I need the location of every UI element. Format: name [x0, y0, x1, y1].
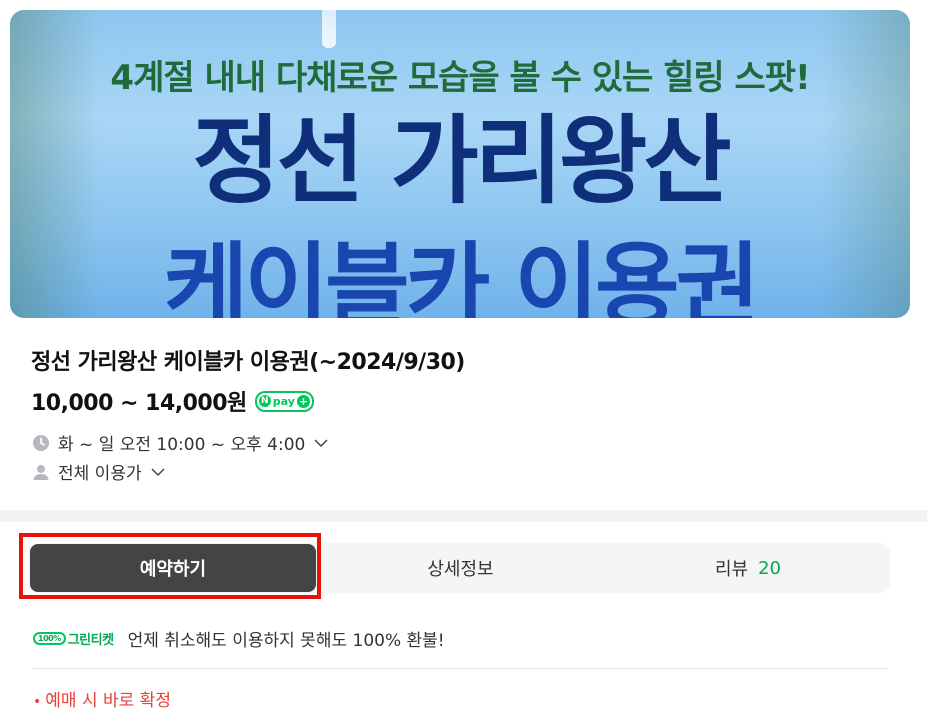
banner-waterfall	[322, 10, 336, 48]
plus-icon: +	[296, 394, 310, 408]
instant-confirm-text: 예매 시 바로 확정	[45, 691, 171, 711]
npay-plus-badge: N pay +	[254, 390, 314, 412]
product-banner-image[interactable]: 4계절 내내 다채로운 모습을 볼 수 있는 힐링 스팟! 정선 가리왕산 케이…	[10, 10, 910, 318]
age-row[interactable]: 전체 이용가	[32, 459, 166, 484]
section-divider	[0, 510, 927, 522]
green-ticket-logo-text: 그린티켓	[67, 633, 114, 648]
hours-row[interactable]: 화 ~ 일 오전 10:00 ~ 오후 4:00	[32, 430, 329, 455]
instant-confirm-notice: • 예매 시 바로 확정	[33, 686, 171, 711]
age-text: 전체 이용가	[58, 464, 142, 484]
product-title: 정선 가리왕산 케이블카 이용권(~2024/9/30)	[31, 350, 465, 375]
tab-review[interactable]: 리뷰 20	[618, 543, 878, 593]
banner-subtitle: 4계절 내내 다채로운 모습을 볼 수 있는 힐링 스팟!	[110, 58, 810, 98]
naver-n-icon: N	[258, 395, 271, 407]
tab-review-label: 리뷰	[714, 559, 749, 580]
green-ticket-logo: 100% 그린티켓	[33, 628, 114, 650]
banner-title: 정선 가리왕산	[192, 105, 731, 217]
banner-title-line2: 케이블카 이용권	[163, 233, 761, 318]
tab-detail[interactable]: 상세정보	[328, 543, 593, 593]
page: 4계절 내내 다채로운 모습을 볼 수 있는 힐링 스팟! 정선 가리왕산 케이…	[0, 0, 927, 723]
hours-text: 화 ~ 일 오전 10:00 ~ 오후 4:00	[58, 435, 306, 455]
green-ticket-row: 100% 그린티켓 언제 취소해도 이용하지 못해도 100% 환불!	[33, 626, 445, 651]
green-ticket-badge: 100%	[33, 632, 66, 645]
green-ticket-text: 언제 취소해도 이용하지 못해도 100% 환불!	[127, 631, 445, 651]
divider-line	[33, 668, 888, 669]
price-row: 10,000 ~ 14,000원 N pay +	[31, 385, 314, 417]
person-icon	[32, 463, 50, 481]
review-count: 20	[758, 557, 782, 579]
npay-label: pay	[272, 394, 295, 408]
bullet-dot: •	[33, 694, 42, 710]
chevron-down-icon[interactable]	[150, 464, 166, 480]
highlight-box	[19, 533, 321, 599]
product-price: 10,000 ~ 14,000원	[31, 391, 247, 416]
chevron-down-icon[interactable]	[313, 435, 329, 451]
clock-icon	[32, 434, 50, 452]
